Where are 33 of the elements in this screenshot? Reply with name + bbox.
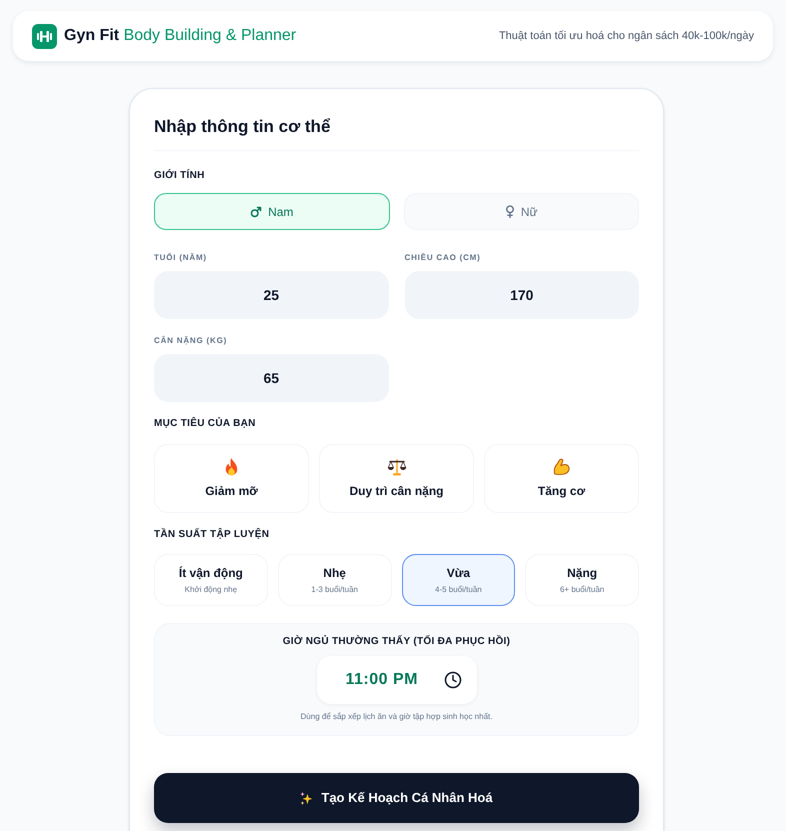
balance-scale-icon xyxy=(386,458,406,476)
field-label: CÂN NẶNG (KG) xyxy=(154,335,228,347)
goal-option[interactable]: Giảm mỡ xyxy=(154,444,309,513)
frequency-option[interactable]: Vừa 4-5 buổi/tuần xyxy=(402,554,516,606)
tagline-text: Thuật toán tối ưu hoá cho ngân sách 40k-100k/ngày xyxy=(498,28,754,44)
fire-icon xyxy=(224,458,239,476)
sparkle-icon xyxy=(300,792,314,804)
flexed-arm-icon xyxy=(552,458,570,476)
frequency-option[interactable]: Ít vận động Khởi động nhẹ xyxy=(154,554,268,606)
number-input[interactable]: 170 xyxy=(404,271,639,319)
sleep-hint: Dùng để sắp xếp lịch ăn và giờ tập hợp sinh học nhất. xyxy=(300,711,492,722)
goal-option[interactable]: Tăng cơ xyxy=(484,444,639,513)
frequency-option[interactable]: Nhẹ 1-3 buổi/tuần xyxy=(278,554,392,606)
goal-option[interactable]: Duy trì cân nặng xyxy=(319,444,474,513)
number-input[interactable]: 25 xyxy=(154,271,388,319)
frequency-option[interactable]: Nặng 6+ buổi/tuần xyxy=(525,554,639,606)
number-input[interactable]: 65 xyxy=(154,354,388,402)
create-plan-button[interactable]: Tạo Kế Hoạch Cá Nhân Hoá xyxy=(154,773,639,823)
app-title: Gyn Fit Body Building & Planner xyxy=(64,26,296,46)
male-symbol-icon xyxy=(250,206,262,218)
section-label: GIỚI TÍNH xyxy=(154,169,205,183)
female-symbol-icon xyxy=(504,205,515,218)
clock-icon xyxy=(444,671,462,689)
form-title: Nhập thông tin cơ thể xyxy=(154,116,330,138)
time-input[interactable]: 11:00 PM xyxy=(316,656,476,704)
dumbbell-icon xyxy=(32,24,57,48)
section-label: MỤC TIÊU CỦA BẠN xyxy=(154,417,256,431)
field-label: TUỔI (NĂM) xyxy=(154,252,207,264)
gender-option[interactable]: Nam xyxy=(154,193,390,230)
section-label: TẦN SUẤT TẬP LUYỆN xyxy=(154,528,270,542)
field-label: CHIỀU CAO (CM) xyxy=(404,252,481,264)
gender-option[interactable]: Nữ xyxy=(404,193,639,230)
sleep-label: GIỜ NGỦ THƯỜNG THẤY (TỐI ĐA PHỤC HỒI) xyxy=(282,635,510,649)
